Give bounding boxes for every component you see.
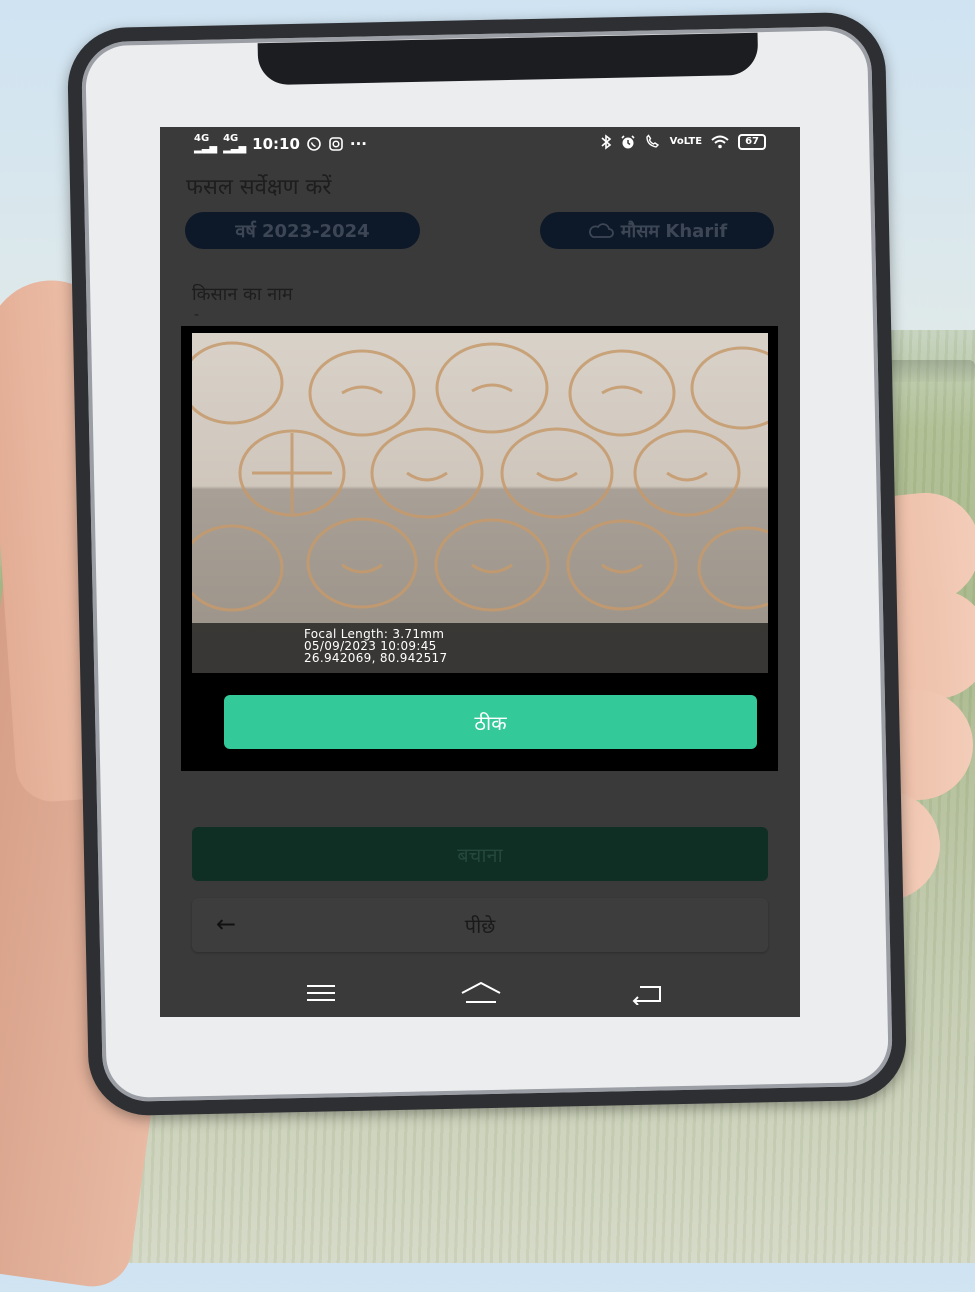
alarm-icon <box>621 135 635 149</box>
menu-icon[interactable] <box>305 983 337 1003</box>
cloud-icon <box>588 222 614 238</box>
system-nav-bar <box>160 975 800 1017</box>
status-bar: 4G ▂▃▅ 4G ▂▃▅ 10:10 ··· VoLTE 67 <box>160 127 800 159</box>
clock: 10:10 <box>252 135 300 153</box>
photo-preview-dialog: Focal Length: 3.71mm 05/09/2023 10:09:45… <box>181 326 778 771</box>
arrow-left-icon: ← <box>216 910 237 938</box>
volte-icon: VoLTE <box>669 136 703 147</box>
season-chip[interactable]: मौसम Kharif <box>540 212 774 249</box>
back-icon[interactable] <box>632 983 664 1005</box>
gps-coordinates: 26.942069, 80.942517 <box>304 651 448 665</box>
battery-icon: 67 <box>738 134 766 150</box>
signal-icon: 4G ▂▃▅ <box>194 133 218 154</box>
season-chip-label: मौसम Kharif <box>620 220 728 242</box>
network-type: 4G <box>194 133 210 144</box>
status-left: 4G ▂▃▅ 4G ▂▃▅ 10:10 ··· <box>194 134 367 154</box>
signal-icon: 4G ▂▃▅ <box>223 133 247 154</box>
wifi-call-icon <box>645 134 659 148</box>
instagram-icon <box>329 137 343 151</box>
home-icon[interactable] <box>460 981 502 1005</box>
page-title: फसल सर्वेक्षण करें <box>186 175 332 200</box>
app-screen: 4G ▂▃▅ 4G ▂▃▅ 10:10 ··· VoLTE 67 फसल सर्… <box>160 127 800 1017</box>
back-button-label: पीछे <box>464 913 496 938</box>
photo-metadata-text: Focal Length: 3.71mm 05/09/2023 10:09:45… <box>304 628 447 664</box>
whatsapp-icon <box>307 137 321 151</box>
network-type: 4G <box>223 133 239 144</box>
ok-button[interactable]: ठीक <box>224 695 757 749</box>
wifi-icon <box>711 135 729 149</box>
fabric-pattern <box>192 341 768 612</box>
year-chip[interactable]: वर्ष 2023-2024 <box>185 212 420 249</box>
year-chip-label: वर्ष 2023-2024 <box>235 220 370 242</box>
more-notifications: ··· <box>349 135 368 153</box>
save-button[interactable]: बचाना <box>192 827 768 881</box>
farmer-name-value: - <box>194 307 200 323</box>
captured-photo: Focal Length: 3.71mm 05/09/2023 10:09:45… <box>192 333 768 673</box>
status-right: VoLTE 67 <box>600 134 766 150</box>
back-button[interactable]: ← पीछे <box>192 898 768 952</box>
farmer-name-label: किसान का नाम <box>192 284 293 305</box>
bluetooth-icon <box>601 134 611 150</box>
photo-metadata-overlay <box>192 623 768 673</box>
